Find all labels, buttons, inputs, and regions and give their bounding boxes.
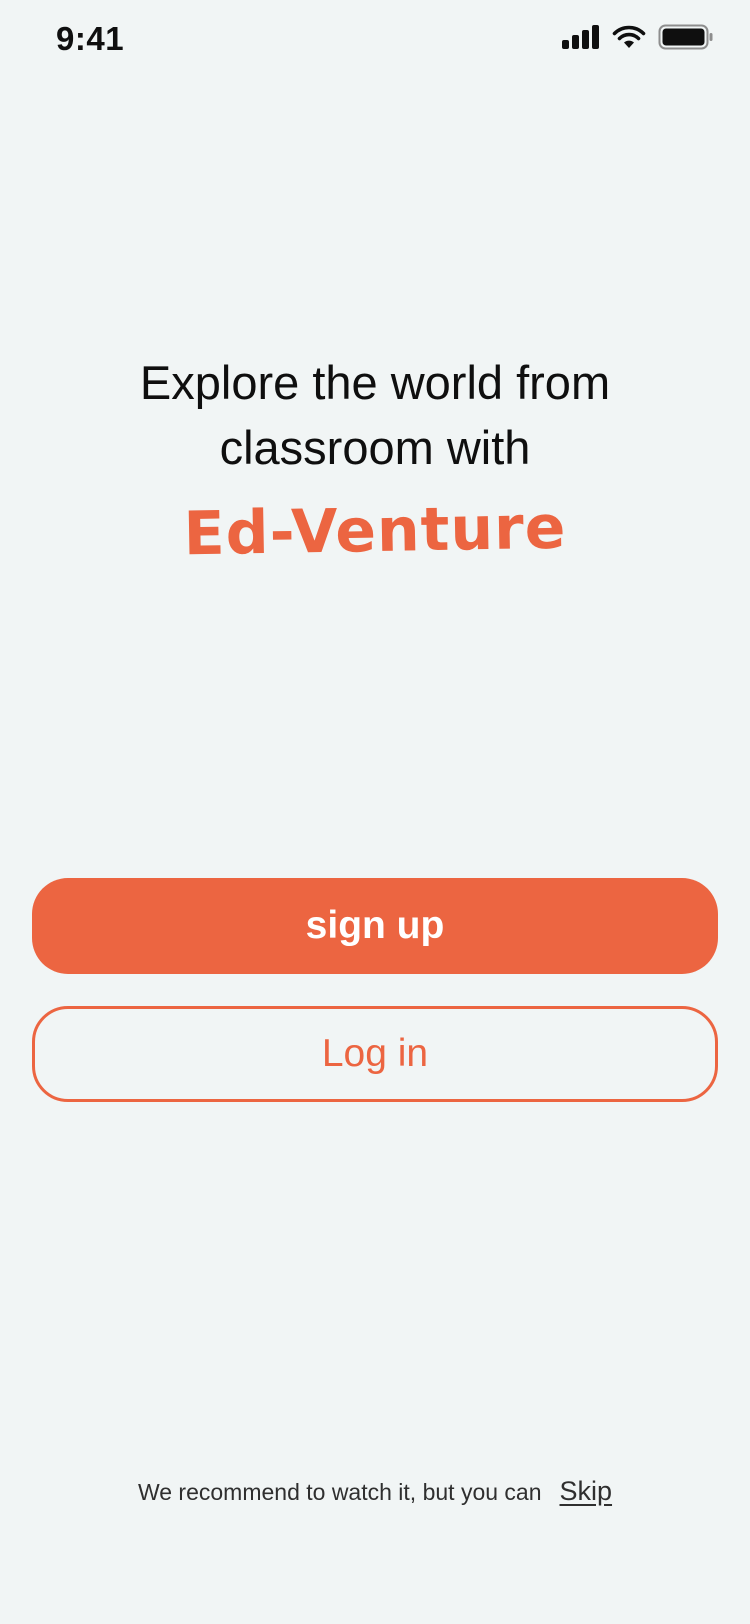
footer: We recommend to watch it, but you can Sk… xyxy=(0,1476,750,1507)
battery-icon xyxy=(658,24,714,50)
status-time: 9:41 xyxy=(56,20,125,57)
status-icons xyxy=(562,24,714,50)
wifi-icon xyxy=(612,25,646,49)
signup-button[interactable]: sign up xyxy=(32,878,718,974)
status-bar: 9:41 xyxy=(0,0,750,80)
login-button[interactable]: Log in xyxy=(32,1006,718,1102)
footer-text: We recommend to watch it, but you can xyxy=(137,1479,542,1505)
headline-line-2: classroom with xyxy=(219,421,531,474)
skip-link[interactable]: Skip xyxy=(560,1476,613,1507)
brand-name: Ed-Venture xyxy=(183,492,567,570)
headline-line-1: Explore the world from xyxy=(139,356,611,409)
headline: Explore the world from classroom with xyxy=(0,350,750,480)
signal-icon xyxy=(562,25,600,49)
